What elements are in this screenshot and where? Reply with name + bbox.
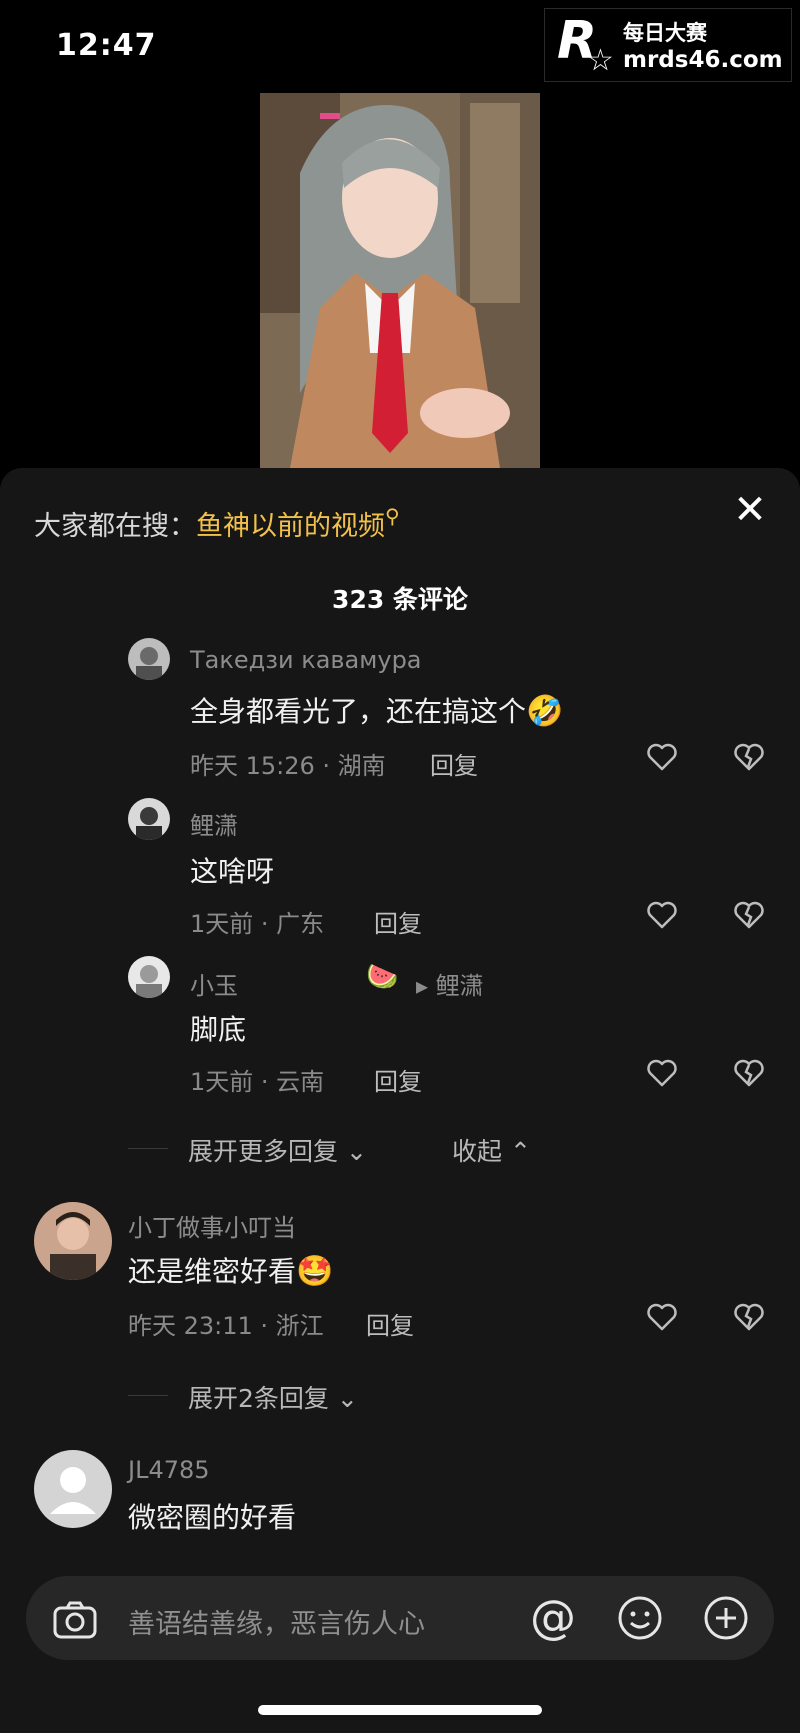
- comment-author[interactable]: 小玉: [190, 966, 238, 1001]
- chevron-down-icon: ⌄: [338, 1137, 367, 1166]
- avatar[interactable]: [34, 1202, 112, 1280]
- divider: [128, 1148, 168, 1149]
- star-icon: ☆: [587, 43, 614, 78]
- comment-text: 还是维密好看🤩: [128, 1250, 333, 1290]
- heart-icon[interactable]: [645, 898, 679, 932]
- video-frame: [260, 93, 540, 468]
- status-time: 12:47: [56, 28, 157, 63]
- video-thumbnail[interactable]: [260, 93, 540, 468]
- avatar[interactable]: [128, 798, 170, 840]
- camera-icon[interactable]: [52, 1600, 98, 1640]
- star-struck-emoji: 🤩: [296, 1254, 334, 1289]
- comment-text: 全身都看光了，还在搞这个🤣: [190, 690, 563, 730]
- comment-count: 323 条评论: [332, 585, 468, 614]
- dislike-icon[interactable]: [732, 1056, 766, 1090]
- watermark-url: mrds46.com: [623, 47, 783, 73]
- search-suggestion[interactable]: 大家都在搜：鱼神以前的视频⚲: [34, 504, 400, 543]
- emoji-icon[interactable]: [616, 1594, 664, 1642]
- reply-button[interactable]: 回复: [366, 1306, 414, 1341]
- divider: [128, 1395, 168, 1396]
- search-suggestion-keyword[interactable]: 鱼神以前的视频: [196, 511, 385, 542]
- laughing-emoji: 🤣: [526, 694, 564, 729]
- plus-icon[interactable]: [702, 1594, 750, 1642]
- comment-input[interactable]: 善语结善缘，恶言伤人心: [128, 1602, 425, 1641]
- comment-meta: 1天前 · 云南: [190, 1068, 325, 1096]
- watermelon-badge: 🍉: [366, 962, 399, 992]
- avatar[interactable]: [34, 1450, 112, 1528]
- expand-more-label: 展开更多回复: [188, 1137, 339, 1166]
- search-suggestion-prefix: 大家都在搜：: [34, 511, 196, 542]
- comment-author[interactable]: Такедзи кавамура: [190, 646, 422, 674]
- search-icon: ⚲: [385, 504, 400, 528]
- reply-button[interactable]: 回复: [374, 904, 422, 939]
- at-icon[interactable]: @: [530, 1592, 576, 1642]
- reply-button[interactable]: 回复: [430, 746, 478, 781]
- expand-more-replies[interactable]: 展开更多回复 ⌄: [188, 1132, 367, 1168]
- chevron-up-icon: ⌃: [502, 1137, 531, 1166]
- avatar[interactable]: [128, 638, 170, 680]
- comment-text: 微密圈的好看: [128, 1501, 297, 1534]
- dislike-icon[interactable]: [732, 740, 766, 774]
- watermark: R ☆ 每日大赛 mrds46.com: [544, 8, 792, 82]
- comment-text: 脚底: [190, 1013, 247, 1046]
- collapse-replies[interactable]: 收起 ⌃: [452, 1132, 531, 1168]
- comment-text-body: 还是维密好看: [128, 1255, 297, 1288]
- avatar[interactable]: [128, 956, 170, 998]
- comment-meta: 昨天 23:11 · 浙江: [128, 1312, 324, 1340]
- dislike-icon[interactable]: [732, 898, 766, 932]
- collapse-label: 收起: [452, 1137, 503, 1166]
- comment-text: 这啥呀: [190, 855, 275, 888]
- comment-author[interactable]: JL4785: [128, 1456, 210, 1484]
- heart-icon[interactable]: [645, 740, 679, 774]
- reply-button[interactable]: 回复: [374, 1062, 422, 1097]
- watermark-logo: R ☆: [557, 11, 617, 78]
- watermark-title: 每日大赛: [623, 21, 707, 45]
- dislike-icon[interactable]: [732, 1300, 766, 1334]
- heart-icon[interactable]: [645, 1300, 679, 1334]
- comment-meta: 昨天 15:26 · 湖南: [190, 752, 386, 780]
- close-icon[interactable]: ✕: [730, 490, 770, 530]
- chevron-down-icon: ⌄: [328, 1384, 358, 1413]
- expand-two-replies[interactable]: 展开2条回复 ⌄: [188, 1379, 358, 1415]
- comment-text-body: 全身都看光了，还在搞这个: [190, 695, 527, 728]
- reply-to-author[interactable]: ▸ 鲤潇: [416, 966, 484, 1001]
- heart-icon[interactable]: [645, 1056, 679, 1090]
- comment-meta: 1天前 · 广东: [190, 910, 325, 938]
- expand-two-label: 展开2条回复: [188, 1384, 329, 1413]
- comment-author[interactable]: 小丁做事小叮当: [128, 1208, 296, 1243]
- comment-author[interactable]: 鲤潇: [190, 806, 238, 841]
- home-indicator: [258, 1705, 542, 1715]
